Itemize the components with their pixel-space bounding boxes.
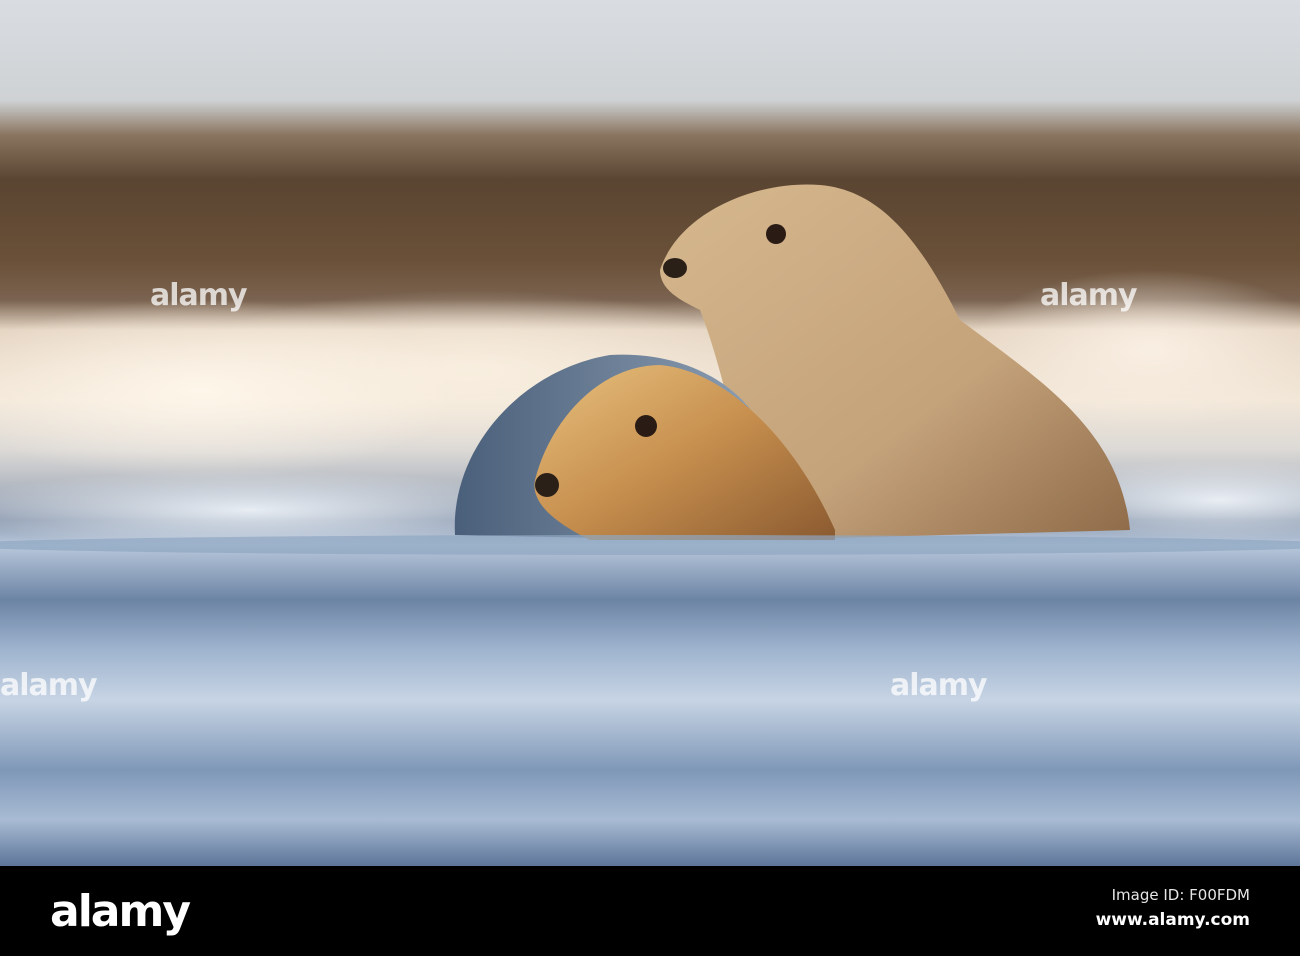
back-seal-eye bbox=[766, 224, 786, 244]
watermark: alamy bbox=[0, 668, 98, 703]
watermark: alamy bbox=[1040, 278, 1138, 313]
alamy-logo: alamy bbox=[50, 886, 191, 937]
front-seal-eye bbox=[635, 415, 657, 437]
website-link: www.alamy.com bbox=[1095, 910, 1250, 930]
back-seal-nose bbox=[663, 258, 687, 278]
seals-illustration bbox=[0, 184, 1300, 555]
image-id: Image ID: F00FDM bbox=[1111, 886, 1250, 904]
front-seal-nose bbox=[535, 473, 559, 497]
watermark: alamy bbox=[890, 668, 988, 703]
stock-photo: alamy alamy alamy alamy alamy Image ID: … bbox=[0, 0, 1300, 956]
footer-bar: alamy Image ID: F00FDM www.alamy.com bbox=[0, 866, 1300, 956]
watermark: alamy bbox=[150, 278, 248, 313]
